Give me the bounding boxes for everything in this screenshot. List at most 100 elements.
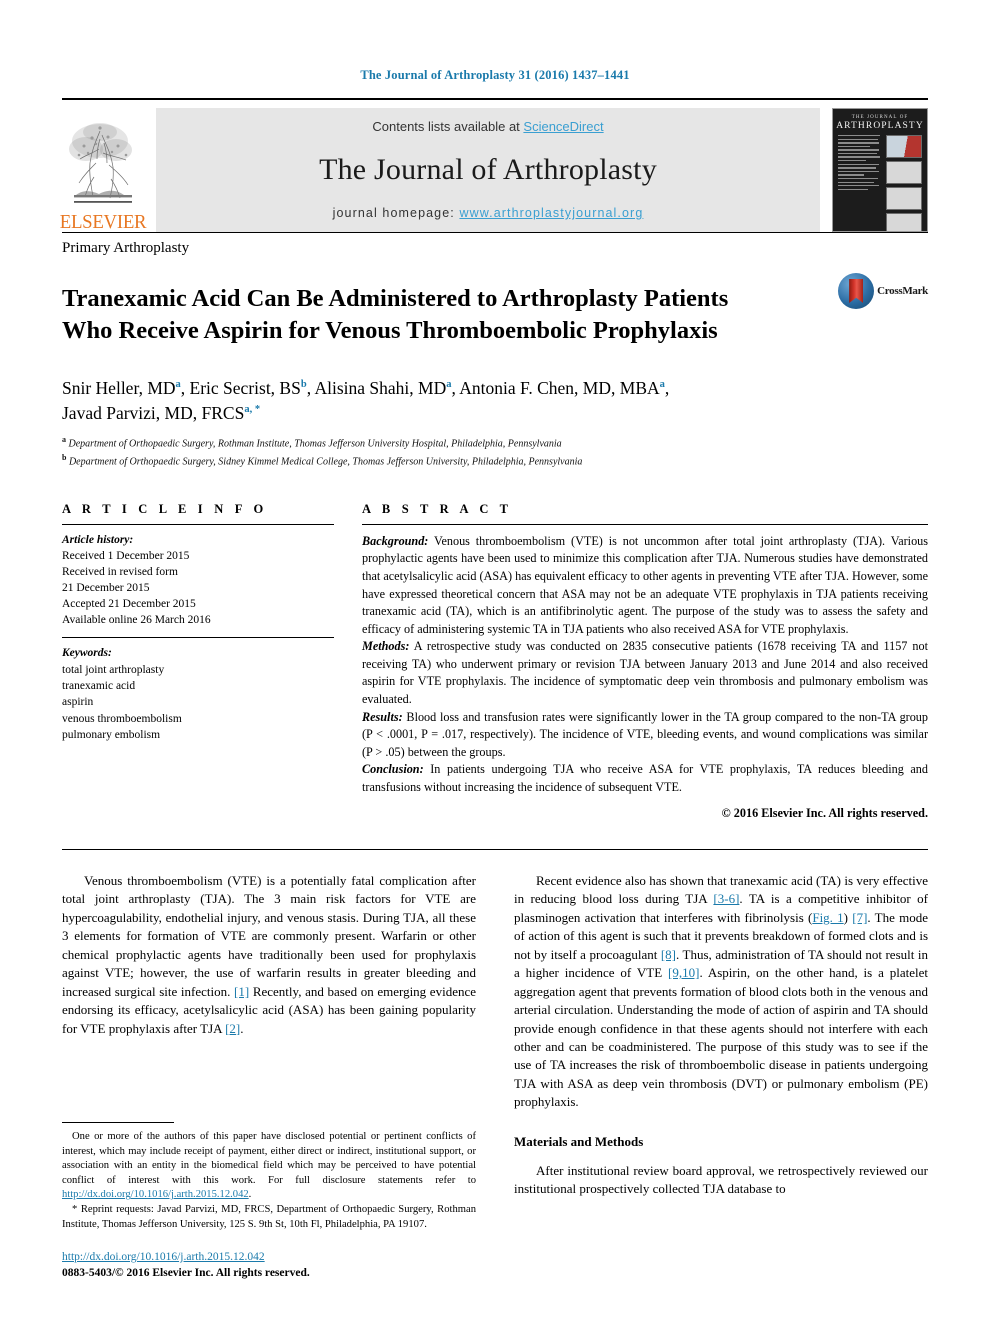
author-list: Snir Heller, MDa, Eric Secrist, BSb, Ali…: [62, 376, 928, 427]
right-paragraph: Recent evidence also has shown that tran…: [514, 872, 928, 1112]
figure-1-link[interactable]: Fig. 1: [812, 910, 843, 925]
journal-homepage-link[interactable]: www.arthroplastyjournal.org: [459, 206, 643, 220]
intro-paragraph-block: Venous thromboembolism (VTE) is a potent…: [62, 872, 476, 1038]
sciencedirect-link[interactable]: ScienceDirect: [523, 119, 603, 134]
journal-masthead: ELSEVIER Contents lists available at Sci…: [59, 98, 928, 233]
right-paragraph-block: Recent evidence also has shown that tran…: [514, 872, 928, 1112]
article-history-item-0: Received 1 December 2015: [62, 550, 190, 562]
right-text-f: . Aspirin, on the other hand, is a plate…: [514, 965, 929, 1110]
elsevier-wordmark: ELSEVIER: [59, 211, 147, 233]
materials-and-methods-heading: Materials and Methods: [514, 1133, 644, 1149]
keyword-4: pulmonary embolism: [62, 729, 161, 742]
cover-body: [833, 131, 927, 231]
article-page: The Journal of Arthroplasty 31 (2016) 14…: [0, 0, 990, 1320]
author-5-name: Javad Parvizi, MD, FRCS: [62, 402, 245, 423]
doi-link[interactable]: http://dx.doi.org/10.1016/j.arth.2015.12…: [62, 1251, 265, 1263]
affiliation-b: b Department of Orthopaedic Surgery, Sid…: [62, 452, 928, 470]
conflict-text-post: .: [248, 1189, 252, 1201]
keyword-0: total joint arthroplasty: [62, 663, 165, 676]
conflict-of-interest-note: One or more of the authors of this paper…: [62, 1130, 476, 1203]
affiliation-b-text: Department of Orthopaedic Surgery, Sidne…: [68, 456, 583, 468]
citation-link-3-6[interactable]: [3-6]: [713, 891, 739, 906]
page-title: Tranexamic Acid Can Be Administered to A…: [62, 283, 838, 347]
abstract-background-text: Venous thromboembolism (VTE) is not unco…: [362, 533, 928, 636]
footnote-block: One or more of the authors of this paper…: [62, 1121, 476, 1281]
abstract-methods-label: Methods:: [362, 639, 410, 654]
keyword-1: tranexamic acid: [62, 680, 136, 693]
author-4-name: Antonia F. Chen, MD, MBA: [459, 377, 660, 398]
keywords-block: Keywords: total joint arthroplasty trane…: [62, 638, 334, 743]
intro-paragraph: Venous thromboembolism (VTE) is a potent…: [62, 872, 476, 1038]
abstract-copyright: © 2016 Elsevier Inc. All rights reserved…: [721, 806, 928, 821]
article-history-item-3: Accepted 21 December 2015: [62, 598, 196, 611]
journal-title: The Journal of Arthroplasty: [319, 153, 657, 186]
abstract-body: Background: Venous thromboembolism (VTE)…: [362, 525, 928, 823]
affiliation-b-marker: b: [62, 453, 67, 463]
article-info-header: A R T I C L E I N F O: [62, 501, 268, 516]
abstract-methods-text: A retrospective study was conducted on 2…: [362, 639, 928, 706]
body-column-left: Venous thromboembolism (VTE) is a potent…: [62, 872, 476, 1281]
article-history-item-1: Received in revised form: [62, 566, 178, 579]
intro-text-end: .: [240, 1020, 244, 1036]
running-head: The Journal of Arthroplasty 31 (2016) 14…: [360, 68, 630, 82]
citation-link-1[interactable]: [1]: [234, 984, 249, 999]
reprint-request-note: * Reprint requests: Javad Parvizi, MD, F…: [62, 1203, 476, 1232]
cover-line1: THE JOURNAL OF: [851, 115, 909, 120]
citation-link-8[interactable]: [8]: [661, 947, 676, 962]
title-line-1: Tranexamic Acid Can Be Administered to A…: [62, 285, 729, 313]
abstract-results-text: Blood loss and transfusion rates were si…: [362, 709, 928, 759]
body-column-right: Recent evidence also has shown that tran…: [514, 872, 928, 1281]
citation-link-7[interactable]: [7]: [852, 910, 867, 925]
keywords-label: Keywords:: [62, 647, 112, 660]
footnotes: One or more of the authors of this paper…: [62, 1123, 476, 1232]
body-separator-rule: [62, 848, 928, 850]
affiliation-a: a Department of Orthopaedic Surgery, Rot…: [62, 434, 928, 452]
author-1-name: Snir Heller, MD: [62, 377, 176, 398]
article-info-column: A R T I C L E I N F O Article history: R…: [62, 502, 334, 823]
doi-footer: http://dx.doi.org/10.1016/j.arth.2015.12…: [62, 1250, 476, 1281]
abstract-results-label: Results:: [362, 709, 403, 724]
contents-prefix-text: Contents lists available at: [372, 119, 524, 134]
abstract-methods: Methods: A retrospective study was condu…: [362, 638, 928, 708]
article-history-item-2: 21 December 2015: [62, 582, 150, 595]
crossmark-bookmark-icon: [849, 279, 864, 303]
elsevier-tree-icon: [69, 123, 132, 203]
author-2-name: Eric Secrist, BS: [189, 377, 301, 398]
citation-link-2[interactable]: [2]: [225, 1021, 240, 1036]
affiliation-list: a Department of Orthopaedic Surgery, Rot…: [62, 434, 928, 470]
affiliation-a-text: Department of Orthopaedic Surgery, Rothm…: [68, 438, 562, 450]
author-3-name: Alisina Shahi, MD: [314, 377, 447, 398]
intro-text-pre: Venous thromboembolism (VTE) is a potent…: [62, 872, 476, 999]
materials-paragraph-block: After institutional review board approva…: [514, 1162, 928, 1199]
elsevier-logo: ELSEVIER: [59, 108, 147, 233]
abstract-column: A B S T R A C T Background: Venous throm…: [362, 502, 928, 823]
abstract-background: Background: Venous thromboembolism (VTE)…: [362, 533, 928, 638]
contents-box: Contents lists available at ScienceDirec…: [156, 108, 820, 232]
abstract-header: A B S T R A C T: [362, 501, 513, 516]
cover-line2: ARTHROPLASTY: [836, 121, 924, 131]
abstract-background-label: Background:: [362, 533, 429, 548]
body-columns: Venous thromboembolism (VTE) is a potent…: [62, 872, 928, 1281]
contents-available-line: Contents lists available at ScienceDirec…: [372, 119, 603, 134]
crossmark-badge[interactable]: CrossMark: [838, 273, 928, 309]
cover-figure-thumbnails: [886, 135, 922, 231]
article-history-block: Article history: Received 1 December 201…: [62, 525, 334, 638]
conflict-disclosure-link[interactable]: http://dx.doi.org/10.1016/j.arth.2015.12…: [62, 1189, 249, 1200]
author-5-affiliation-marker: a, *: [244, 404, 261, 416]
reprint-text: Reprint requests: Javad Parvizi, MD, FRC…: [62, 1204, 476, 1230]
abstract-conclusion-text: In patients undergoing TJA who receive A…: [362, 762, 928, 794]
article-section-label: Primary Arthroplasty: [62, 232, 928, 257]
abstract-conclusion: Conclusion: In patients undergoing TJA w…: [362, 761, 928, 796]
crossmark-label: CrossMark: [877, 285, 928, 297]
right-text-c: ): [843, 909, 853, 925]
affiliation-a-marker: a: [62, 435, 66, 445]
author-1-separator: ,: [180, 377, 190, 398]
materials-paragraph: After institutional review board approva…: [514, 1162, 928, 1197]
homepage-prefix-text: journal homepage:: [332, 206, 460, 220]
abstract-results: Results: Blood loss and transfusion rate…: [362, 709, 928, 762]
keyword-3: venous thromboembolism: [62, 712, 182, 725]
journal-cover-thumbnail[interactable]: THE JOURNAL OF ARTHROPLASTY: [832, 108, 928, 232]
keyword-2: aspirin: [62, 696, 94, 709]
info-abstract-row: A R T I C L E I N F O Article history: R…: [62, 502, 928, 823]
citation-link-9-10[interactable]: [9,10]: [668, 965, 699, 980]
